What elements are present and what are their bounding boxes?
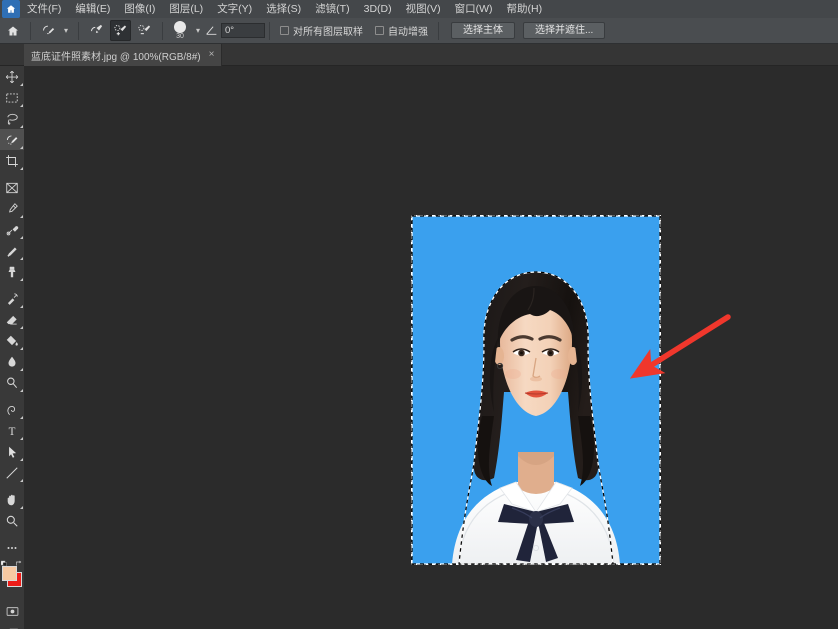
subtract-from-selection-mode[interactable] (134, 20, 155, 41)
brush-tool[interactable] (0, 240, 24, 261)
menu-3d[interactable]: 3D(D) (357, 0, 399, 18)
menu-file[interactable]: 文件(F) (20, 0, 68, 18)
brush-size-value: 30 (176, 32, 184, 40)
add-to-selection-mode[interactable] (110, 20, 131, 41)
chevron-down-icon[interactable]: ▾ (61, 26, 71, 35)
home-icon[interactable] (0, 18, 26, 44)
flyout-indicator (20, 146, 23, 149)
checkbox-box[interactable] (280, 26, 289, 35)
auto-enhance-checkbox[interactable]: 自动增强 (369, 23, 434, 38)
divider (438, 21, 439, 40)
quick-mask-icon[interactable] (0, 600, 24, 622)
blur-tool[interactable] (0, 351, 24, 372)
clone-stamp-tool[interactable] (0, 261, 24, 282)
menu-help[interactable]: 帮助(H) (500, 0, 550, 18)
menu-view[interactable]: 视图(V) (399, 0, 448, 18)
edit-toolbar-button[interactable] (0, 537, 24, 558)
menu-window[interactable]: 窗口(W) (448, 0, 500, 18)
home-icon[interactable] (2, 0, 20, 18)
document-tab-bar: 蓝底证件照素材.jpg @ 100%(RGB/8#) × (0, 44, 838, 66)
gradient-tool[interactable] (0, 330, 24, 351)
menu-layer[interactable]: 图层(L) (162, 0, 210, 18)
flyout-indicator (20, 125, 23, 128)
flyout-indicator (20, 83, 23, 86)
frame-tool[interactable] (0, 177, 24, 198)
angle-icon (206, 26, 217, 35)
quick-selection-tool[interactable] (0, 129, 24, 150)
path-selection-tool[interactable] (0, 441, 24, 462)
flyout-indicator (20, 458, 23, 461)
quick-selection-tool-icon[interactable] (38, 20, 59, 41)
dodge-tool[interactable] (0, 372, 24, 393)
divider (78, 21, 79, 40)
flyout-indicator (20, 437, 23, 440)
flyout-indicator (20, 506, 23, 509)
tools-panel: T (0, 66, 24, 629)
menu-select[interactable]: 选择(S) (259, 0, 308, 18)
menu-image[interactable]: 图像(I) (117, 0, 162, 18)
flyout-indicator (20, 305, 23, 308)
tool-preset-picker[interactable]: ▾ (35, 20, 74, 41)
menu-edit[interactable]: 编辑(E) (68, 0, 117, 18)
document-tab-title: 蓝底证件照素材.jpg @ 100%(RGB/8#) (31, 51, 201, 63)
divider (269, 21, 270, 40)
flyout-indicator (20, 347, 23, 350)
id-photo[interactable] (412, 216, 660, 564)
menu-bar: 文件(F) 编辑(E) 图像(I) 图层(L) 文字(Y) 选择(S) 滤镜(T) 3D(D)… (0, 0, 838, 18)
rectangular-marquee-tool[interactable] (0, 87, 24, 108)
zoom-tool[interactable] (0, 510, 24, 531)
color-swatches[interactable] (0, 560, 24, 600)
flyout-indicator (20, 479, 23, 482)
flyout-indicator (20, 389, 23, 392)
hand-tool[interactable] (0, 489, 24, 510)
flyout-indicator (20, 215, 23, 218)
svg-text:T: T (9, 426, 16, 438)
canvas-area[interactable] (24, 66, 838, 629)
checkbox-label: 对所有图层取样 (293, 27, 363, 38)
screen-mode-icon[interactable] (0, 622, 24, 629)
menu-type[interactable]: 文字(Y) (210, 0, 259, 18)
flyout-indicator (20, 104, 23, 107)
new-selection-mode[interactable] (86, 20, 107, 41)
close-icon[interactable]: × (209, 50, 215, 60)
flyout-indicator (20, 167, 23, 170)
flyout-indicator (20, 278, 23, 281)
line-tool[interactable] (0, 462, 24, 483)
flyout-indicator (20, 368, 23, 371)
spot-healing-brush-tool[interactable] (0, 219, 24, 240)
red-arrow-annotation (629, 314, 731, 379)
flyout-indicator (20, 257, 23, 260)
document-tab[interactable]: 蓝底证件照素材.jpg @ 100%(RGB/8#) × (24, 44, 223, 66)
foreground-color-swatch[interactable] (2, 566, 17, 581)
crop-tool[interactable] (0, 150, 24, 171)
pen-tool[interactable] (0, 399, 24, 420)
brush-chevron-down-icon[interactable]: ▾ (193, 26, 203, 35)
flyout-indicator (20, 326, 23, 329)
divider (162, 21, 163, 40)
select-subject-button[interactable]: 选择主体 (451, 22, 515, 39)
photoshop-window: 文件(F) 编辑(E) 图像(I) 图层(L) 文字(Y) 选择(S) 滤镜(T) 3D(D)… (0, 0, 838, 629)
brush-angle-group: 0° (205, 23, 265, 38)
brush-angle-input[interactable]: 0° (221, 23, 265, 38)
flyout-indicator (20, 416, 23, 419)
history-brush-tool[interactable] (0, 288, 24, 309)
flyout-indicator (20, 236, 23, 239)
brush-preview-icon (174, 20, 186, 33)
type-tool[interactable]: T (0, 420, 24, 441)
brush-size-picker[interactable]: 30 (167, 19, 193, 43)
eyedropper-tool[interactable] (0, 198, 24, 219)
checkbox-label: 自动增强 (388, 27, 428, 38)
select-and-mask-button[interactable]: 选择并遮住... (523, 22, 606, 39)
divider (30, 21, 31, 40)
sample-all-layers-checkbox[interactable]: 对所有图层取样 (274, 23, 369, 38)
eraser-tool[interactable] (0, 309, 24, 330)
move-tool[interactable] (0, 66, 24, 87)
options-bar: ▾ 30 ▾ 0° 对所有图层取样 自动增强 选择主体 选择并遮住... (0, 18, 838, 44)
portrait-image (412, 216, 660, 564)
checkbox-box[interactable] (375, 26, 384, 35)
lasso-tool[interactable] (0, 108, 24, 129)
menu-filter[interactable]: 滤镜(T) (308, 0, 356, 18)
